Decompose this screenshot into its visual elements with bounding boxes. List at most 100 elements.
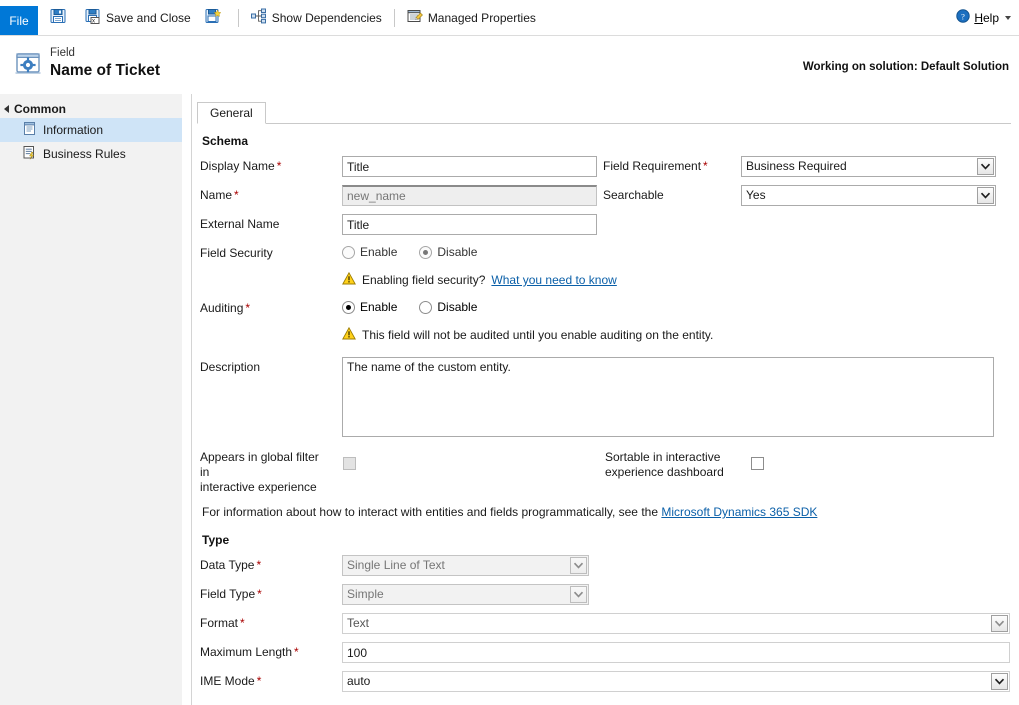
field-security-enable-option[interactable]: Enable — [342, 245, 397, 259]
tab-general[interactable]: General — [197, 102, 266, 124]
description-textarea[interactable] — [342, 357, 994, 437]
searchable-label: Searchable — [603, 185, 741, 203]
save-button[interactable] — [38, 0, 78, 35]
help-button[interactable]: ? Help — [956, 0, 1011, 35]
field-security-disable-label: Disable — [437, 245, 478, 259]
show-dependencies-label: Show Dependencies — [271, 10, 382, 25]
save-and-new-icon — [205, 8, 222, 27]
row-field-type: Field Type * Simple — [200, 584, 1011, 605]
row-format: Format * Text — [200, 613, 1011, 634]
ribbon-commands: x Save and Close Show Dependencies Manag… — [38, 0, 543, 35]
row-ime-mode: IME Mode * auto — [200, 671, 1011, 692]
external-name-label: External Name — [200, 214, 342, 232]
sdk-note: For information about how to interact wi… — [202, 505, 1011, 519]
required-asterisk: * — [294, 645, 299, 659]
sdk-link[interactable]: Microsoft Dynamics 365 SDK — [661, 505, 817, 519]
ime-mode-label-text: IME Mode — [200, 674, 255, 688]
show-dependencies-button[interactable]: Show Dependencies — [244, 0, 389, 35]
sortable-checkbox[interactable] — [751, 457, 764, 470]
page-header: Field Name of Ticket Working on solution… — [0, 36, 1019, 94]
field-security-warning-text: Enabling field security? — [362, 273, 486, 287]
auditing-disable-option[interactable]: Disable — [419, 300, 477, 314]
help-label-rest: elp — [982, 10, 999, 25]
external-name-label-text: External Name — [200, 217, 280, 231]
format-select[interactable]: Text — [342, 613, 1010, 634]
svg-text:?: ? — [961, 11, 965, 21]
auditing-disable-label: Disable — [437, 300, 478, 314]
global-filter-label: Appears in global filter in interactive … — [200, 448, 330, 495]
sidebar-item-information[interactable]: Information — [0, 118, 182, 142]
radio-selected-icon — [342, 300, 355, 314]
chevron-down-icon[interactable] — [1005, 15, 1011, 20]
chevron-down-icon[interactable] — [991, 673, 1008, 690]
save-and-close-button[interactable]: x Save and Close — [78, 0, 198, 35]
required-asterisk: * — [245, 301, 251, 315]
name-label: Name * — [200, 185, 342, 203]
auditing-enable-label: Enable — [360, 300, 398, 314]
required-asterisk: * — [256, 674, 262, 688]
field-requirement-value: Business Required — [746, 159, 847, 173]
svg-text:x: x — [92, 19, 95, 24]
display-name-input[interactable] — [342, 156, 597, 177]
chevron-down-icon[interactable] — [977, 187, 994, 204]
field-requirement-label: Field Requirement * — [603, 156, 741, 174]
help-icon: ? — [956, 9, 971, 26]
global-filter-checkbox — [343, 457, 356, 470]
page-title: Name of Ticket — [50, 62, 160, 79]
name-input — [342, 185, 597, 206]
field-requirement-select[interactable]: Business Required — [741, 156, 996, 177]
sidebar-group-common[interactable]: Common — [0, 100, 182, 118]
searchable-control: Yes — [741, 185, 996, 206]
managed-properties-label: Managed Properties — [427, 10, 536, 25]
external-name-input[interactable] — [342, 214, 597, 235]
save-icon — [50, 8, 66, 27]
row-name: Name* Searchable Yes — [200, 185, 1011, 206]
sortable-label: Sortable in interactive experience dashb… — [605, 448, 745, 480]
help-label: Help — [974, 11, 999, 25]
description-label-text: Description — [200, 360, 261, 374]
expand-triangle-icon — [4, 105, 9, 113]
ime-mode-control: auto — [342, 671, 1010, 692]
warning-icon — [342, 326, 356, 343]
searchable-select[interactable]: Yes — [741, 185, 996, 206]
tab-general-label: General — [210, 106, 253, 120]
maximum-length-label: Maximum Length * — [200, 642, 342, 660]
field-security-help-link[interactable]: What you need to know — [491, 273, 616, 287]
required-asterisk: * — [276, 159, 282, 173]
field-form: Schema Display Name* Field Requirement* … — [192, 124, 1019, 692]
ime-mode-label: IME Mode * — [200, 671, 342, 689]
name-label-text: Name — [200, 188, 233, 202]
radio-unselected-icon — [419, 300, 433, 314]
field-gear-icon — [14, 50, 42, 81]
data-type-value: Single Line of Text — [347, 558, 445, 572]
file-tab[interactable]: File — [0, 6, 38, 35]
managed-properties-button[interactable]: Managed Properties — [400, 0, 543, 35]
toolbar-divider-1 — [237, 8, 239, 27]
auditing-warning: This field will not be audited until you… — [342, 326, 1011, 343]
global-filter-block: Appears in global filter in interactive … — [200, 448, 605, 495]
field-security-label-text: Field Security — [200, 246, 273, 260]
ime-mode-select[interactable]: auto — [342, 671, 1010, 692]
required-asterisk: * — [257, 587, 262, 601]
sidebar-item-business-rules[interactable]: Business Rules — [0, 142, 182, 166]
chevron-down-icon[interactable] — [977, 158, 994, 175]
data-type-label-text: Data Type — [200, 558, 255, 572]
row-interactive-experience: Appears in global filter in interactive … — [200, 448, 1011, 495]
row-field-security: Field Security Enable Disable — [200, 243, 1011, 264]
auditing-label: Auditing * — [200, 298, 342, 316]
field-security-disable-option[interactable]: Disable — [419, 245, 477, 259]
maximum-length-input[interactable] — [342, 642, 1010, 663]
field-security-radio-group: Enable Disable — [342, 243, 477, 259]
save-and-close-icon: x — [85, 8, 101, 27]
row-display-name: Display Name* Field Requirement* Busines… — [200, 156, 1011, 177]
help-accesskey: H — [974, 10, 983, 25]
field-type-control: Simple — [342, 584, 589, 605]
auditing-enable-option[interactable]: Enable — [342, 300, 397, 314]
chevron-down-icon[interactable] — [991, 615, 1008, 632]
file-tab-label: File — [9, 13, 29, 28]
save-and-new-button[interactable] — [198, 0, 233, 35]
format-label-text: Format — [200, 616, 239, 630]
sidebar-group-label: Common — [14, 102, 66, 116]
information-icon — [22, 121, 37, 139]
sortable-label-line1: Sortable in interactive — [605, 450, 721, 464]
